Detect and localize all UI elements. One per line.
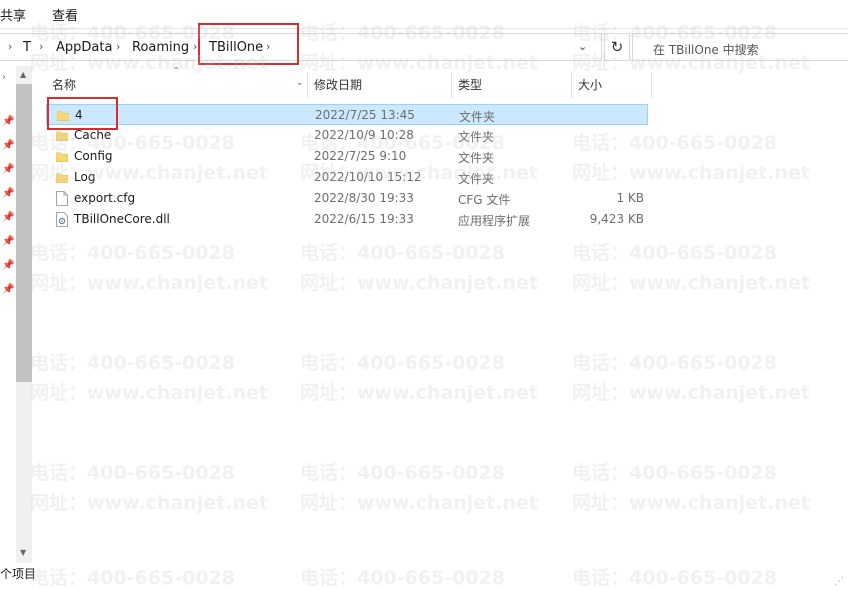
file-name: Config	[74, 149, 113, 163]
folder-icon	[56, 131, 68, 141]
nav-scrollbar[interactable]: ▲ ▼	[16, 66, 32, 563]
pin-icon[interactable]: 📌	[2, 164, 14, 175]
ribbon-divider	[0, 28, 848, 29]
column-separator[interactable]	[651, 72, 652, 98]
watermark-site: 网址：www.chanjet.net	[30, 272, 268, 294]
column-header-type[interactable]: 类型	[458, 72, 568, 98]
file-date: 2022/6/15 19:33	[314, 212, 414, 226]
ribbon: 共享 查看	[0, 0, 848, 28]
watermark-site: 网址：www.chanjet.net	[30, 382, 268, 404]
scrollbar-thumb[interactable]	[16, 84, 32, 382]
file-row[interactable]: TBillOneCore.dll 2022/6/15 19:33 应用程序扩展 …	[46, 209, 648, 230]
folder-icon	[56, 152, 68, 162]
refresh-button[interactable]: ↻	[604, 33, 630, 61]
file-name: Cache	[74, 128, 112, 142]
pin-icon[interactable]: 📌	[2, 188, 14, 199]
watermark-phone: 电话：400-665-0028	[300, 352, 505, 374]
watermark-phone: 电话：400-665-0028	[572, 242, 777, 264]
file-type: 文件夹	[459, 110, 496, 124]
chevron-icon: ›	[2, 72, 6, 83]
column-header-size[interactable]: 大小	[578, 72, 648, 98]
annotation-box-folder-4	[47, 97, 118, 130]
breadcrumb-item-roaming[interactable]: Roaming	[132, 40, 189, 55]
column-separator[interactable]	[571, 72, 572, 98]
file-size: 9,423 KB	[589, 212, 644, 226]
file-icon	[56, 191, 68, 206]
file-row[interactable]: Log 2022/10/10 15:12 文件夹	[46, 167, 648, 188]
ribbon-tab-share[interactable]: 共享	[0, 5, 26, 24]
pin-icon[interactable]: 📌	[2, 260, 14, 271]
watermark-site: 网址：www.chanjet.net	[572, 492, 810, 514]
watermark-phone: 电话：400-665-0028	[30, 352, 235, 374]
breadcrumb-separator: ›	[39, 40, 44, 53]
column-filter-chevron-icon[interactable]: ⌄	[296, 78, 304, 88]
search-input[interactable]: 在 TBillOne 中搜索	[653, 41, 759, 58]
status-item-count: 个项目	[0, 567, 37, 581]
file-size: 1 KB	[616, 191, 644, 205]
address-bar[interactable]: › T › AppData › Roaming › TBillOne › ⌄	[0, 33, 602, 61]
scroll-up-icon[interactable]: ▲	[20, 70, 26, 79]
column-separator[interactable]	[307, 72, 308, 98]
watermark-phone: 电话：400-665-0028	[300, 567, 505, 589]
watermark-site: 网址：www.chanjet.net	[300, 492, 538, 514]
watermark-phone: 电话：400-665-0028	[30, 242, 235, 264]
watermark-phone: 电话：400-665-0028	[300, 462, 505, 484]
file-date: 2022/8/30 19:33	[314, 191, 414, 205]
file-name: TBillOneCore.dll	[74, 212, 170, 226]
file-row[interactable]: 4 2022/7/25 13:45 文件夹	[46, 104, 648, 125]
annotation-box-current-folder	[198, 23, 299, 65]
navigation-pane: › 📌 📌 📌 📌 📌 📌 📌 📌	[0, 66, 16, 563]
breadcrumb-separator: ›	[8, 40, 13, 53]
pin-icon[interactable]: 📌	[2, 284, 14, 295]
file-name: Log	[74, 170, 96, 184]
watermark-phone: 电话：400-665-0028	[572, 352, 777, 374]
scroll-down-icon[interactable]: ▼	[20, 548, 26, 557]
file-type: CFG 文件	[458, 193, 511, 207]
file-type: 文件夹	[458, 151, 495, 165]
breadcrumb-separator: ›	[116, 40, 121, 53]
file-type: 文件夹	[458, 130, 495, 144]
watermark-site: 网址：www.chanjet.net	[572, 382, 810, 404]
pin-icon[interactable]: 📌	[2, 236, 14, 247]
breadcrumb-separator: ›	[193, 40, 198, 53]
breadcrumb-item-t[interactable]: T	[23, 40, 31, 55]
file-row[interactable]: Config 2022/7/25 9:10 文件夹	[46, 146, 648, 167]
search-box[interactable]: 在 TBillOne 中搜索	[632, 33, 848, 61]
folder-icon	[56, 173, 68, 183]
address-history-dropdown-icon[interactable]: ⌄	[578, 40, 587, 53]
pin-icon[interactable]: 📌	[2, 116, 14, 127]
dll-icon	[56, 212, 68, 227]
file-row[interactable]: export.cfg 2022/8/30 19:33 CFG 文件 1 KB	[46, 188, 648, 209]
breadcrumb-item-appdata[interactable]: AppData	[56, 40, 112, 55]
ribbon-tab-view[interactable]: 查看	[52, 5, 78, 24]
column-separator[interactable]	[451, 72, 452, 98]
column-header-name[interactable]: 名称	[52, 72, 302, 98]
watermark-site: 网址：www.chanjet.net	[30, 492, 268, 514]
watermark-phone: 电话：400-665-0028	[572, 462, 777, 484]
file-date: 2022/7/25 13:45	[315, 108, 415, 122]
watermark-site: 网址：www.chanjet.net	[300, 272, 538, 294]
watermark-site: 网址：www.chanjet.net	[572, 272, 810, 294]
column-header-date[interactable]: 修改日期	[314, 72, 444, 98]
file-row[interactable]: Cache 2022/10/9 10:28 文件夹	[46, 125, 648, 146]
watermark-phone: 电话：400-665-0028	[30, 567, 235, 589]
watermark-phone: 电话：400-665-0028	[572, 567, 777, 589]
pin-icon[interactable]: 📌	[2, 140, 14, 151]
watermark-phone: 电话：400-665-0028	[300, 242, 505, 264]
file-type: 应用程序扩展	[458, 214, 531, 228]
pin-icon[interactable]: 📌	[2, 212, 14, 223]
file-date: 2022/7/25 9:10	[314, 149, 407, 163]
file-date: 2022/10/9 10:28	[314, 128, 414, 142]
watermark-phone: 电话：400-665-0028	[30, 462, 235, 484]
file-date: 2022/10/10 15:12	[314, 170, 422, 184]
file-type: 文件夹	[458, 172, 495, 186]
watermark-site: 网址：www.chanjet.net	[300, 382, 538, 404]
file-name: export.cfg	[74, 191, 136, 205]
resize-grip-icon[interactable]: ⋰	[834, 576, 844, 587]
